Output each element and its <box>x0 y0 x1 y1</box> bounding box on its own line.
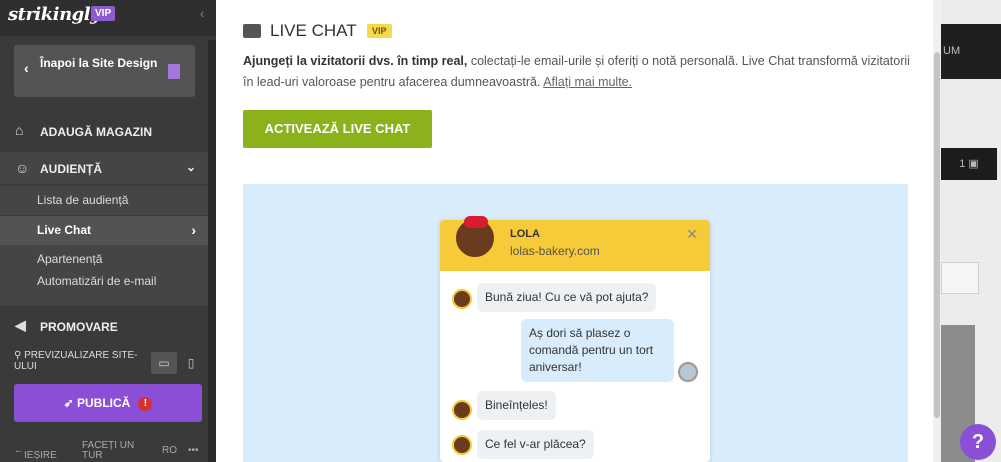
learn-more-link[interactable]: Aflați mai multe. <box>543 75 632 89</box>
megaphone-icon: ◀ <box>15 317 26 333</box>
warning-icon: ! <box>138 396 153 411</box>
chevron-left-icon: ‹ <box>24 60 29 76</box>
agent-avatar <box>452 435 472 455</box>
site-preview-background: UM 1 ▣ <box>941 0 1001 462</box>
chat-icon <box>243 24 261 38</box>
chat-message: Bineînțeles! <box>477 391 556 420</box>
desktop-icon: ▭ <box>158 356 170 370</box>
panel-description: Ajungeți la vizitatorii dvs. în timp rea… <box>243 51 913 93</box>
agent-avatar <box>453 216 497 260</box>
agent-site: lolas-bakery.com <box>510 244 600 258</box>
preview-block <box>941 262 979 294</box>
sidebar-item-email-automation[interactable]: Automatizări de e-mail <box>0 272 210 306</box>
publish-label: PUBLICĂ <box>77 396 131 410</box>
vip-badge: VIP <box>367 24 392 38</box>
preview-text: PREVIZUALIZARE SITE-ULUI <box>14 350 138 372</box>
nav-item-add-store[interactable]: ⌂ ADAUGĂ MAGAZIN <box>0 122 210 142</box>
sidebar: strikingly VIP ‹ ‹ Înapoi la Site Design… <box>0 0 216 462</box>
logo: strikingly <box>8 4 101 25</box>
publish-button[interactable]: ➶ PUBLICĂ! <box>14 384 202 422</box>
sidebar-item-audience-list[interactable]: Lista de audiență <box>0 186 210 215</box>
chevron-down-icon: ⌄ <box>185 160 196 174</box>
preview-block: 1 ▣ <box>941 148 997 180</box>
nav-label: AUDIENȚĂ <box>40 162 102 176</box>
chevron-right-icon: › <box>191 222 196 238</box>
chat-message: Aș dori să plasez o comandă pentru un to… <box>521 319 674 382</box>
rocket-icon: ➶ <box>63 396 78 410</box>
vip-badge: VIP <box>91 6 116 21</box>
image-icon: ▣ <box>968 158 979 170</box>
chat-widget: LOLA lolas-bakery.com ✕ Bună ziua! Cu ce… <box>440 216 710 462</box>
chat-widget-header: LOLA lolas-bakery.com ✕ <box>440 216 710 271</box>
preview-block-text: 1 <box>959 158 966 170</box>
close-icon[interactable]: ✕ <box>686 226 698 243</box>
nav-item-audience[interactable]: ☺ AUDIENȚĂ ⌄ <box>0 152 210 184</box>
sidebar-item-label: Lista de audiență <box>37 193 129 207</box>
sidebar-item-label: Automatizări de e-mail <box>37 274 157 288</box>
chat-message: Bună ziua! Cu ce vă pot ajuta? <box>477 283 657 312</box>
more-menu-icon[interactable]: ••• <box>188 445 199 456</box>
chat-preview: LOLA lolas-bakery.com ✕ Bună ziua! Cu ce… <box>243 184 908 462</box>
sidebar-scrollbar[interactable] <box>208 40 216 462</box>
preview-block: UM <box>941 24 1001 79</box>
help-button[interactable]: ? <box>960 424 996 460</box>
sidebar-item-membership[interactable]: Apartenență <box>0 245 210 274</box>
sidebar-header: strikingly VIP ‹ <box>0 0 216 36</box>
mobile-preview-button[interactable]: ▯ <box>178 352 204 374</box>
sidebar-item-label: Apartenență <box>37 252 103 266</box>
agent-name: LOLA <box>510 228 540 240</box>
description-bold: Ajungeți la vizitatorii dvs. în timp rea… <box>243 54 468 68</box>
nav-item-promote[interactable]: ◀ PROMOVARE <box>0 317 210 337</box>
nav-label: ADAUGĂ MAGAZIN <box>40 125 152 139</box>
users-icon: ☺ <box>15 160 30 176</box>
exit-label: IEȘIRE <box>24 450 57 461</box>
activate-live-chat-button[interactable]: ACTIVEAZĂ LIVE CHAT <box>243 110 432 148</box>
sidebar-item-live-chat[interactable]: Live Chat › <box>0 216 210 245</box>
mobile-icon: ▯ <box>187 356 195 370</box>
back-to-site-design-button[interactable]: ‹ Înapoi la Site Design <box>14 45 195 97</box>
language-select[interactable]: RO <box>162 445 177 456</box>
panel-title: LIVE CHAT <box>270 21 357 40</box>
store-icon: ⌂ <box>15 122 24 138</box>
desktop-preview-button[interactable]: ▭ <box>151 352 177 374</box>
preview-label: ⚲ PREVIZUALIZARE SITE-ULUI <box>14 350 144 372</box>
sidebar-item-label: Live Chat <box>37 223 92 237</box>
exit-link[interactable]: ← IEȘIRE <box>14 445 57 461</box>
agent-avatar <box>452 289 472 309</box>
live-chat-panel: LIVE CHAT VIP Ajungeți la vizitatorii dv… <box>216 0 941 462</box>
tour-link[interactable]: FACEȚI UN TUR <box>82 441 142 461</box>
visitor-avatar <box>678 362 698 382</box>
nav-label: PROMOVARE <box>40 320 118 334</box>
agent-avatar <box>452 400 472 420</box>
panel-scrollbar-thumb[interactable] <box>934 52 940 418</box>
chat-message: Ce fel v-ar plăcea? <box>477 430 594 459</box>
page-icon <box>168 64 180 79</box>
search-icon: ⚲ <box>14 350 25 361</box>
sidebar-footer: ← IEȘIRE FACEȚI UN TUR RO ••• <box>0 440 210 462</box>
back-button-label: Înapoi la Site Design <box>40 56 158 70</box>
collapse-sidebar-icon[interactable]: ‹ <box>200 6 204 21</box>
